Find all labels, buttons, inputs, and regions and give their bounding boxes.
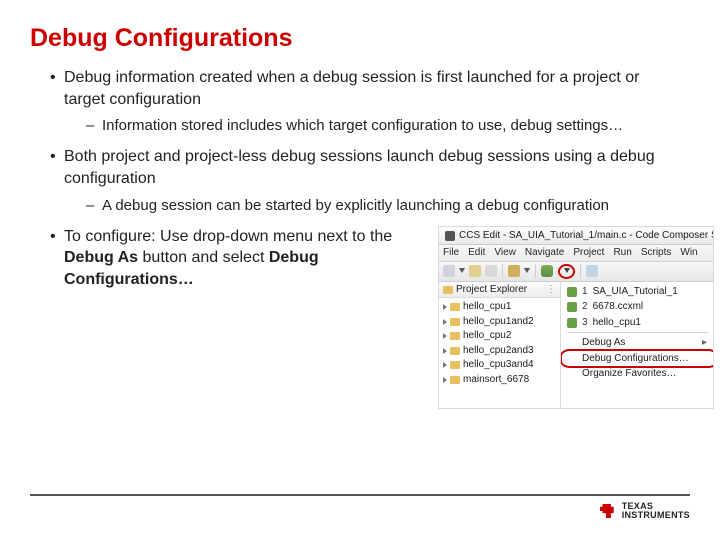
organize-favorites-item[interactable]: Organize Favorites… (563, 366, 713, 382)
organize-label: Organize Favorites… (582, 367, 676, 381)
ccs-icon (445, 231, 455, 241)
launch-item[interactable]: 3 hello_cpu1 (563, 315, 713, 331)
bullet-3-bold-1: Debug As (64, 249, 138, 266)
menu-edit[interactable]: Edit (468, 246, 485, 260)
launch-num: 1 (582, 285, 588, 299)
folder-icon (443, 286, 453, 294)
footer: TEXAS INSTRUMENTS (30, 494, 690, 520)
project-node[interactable]: hello_cpu2 (443, 329, 558, 344)
page-title: Debug Configurations (30, 24, 690, 53)
project-explorer-tab[interactable]: Project Explorer ⋮ (439, 282, 560, 299)
folder-icon (450, 303, 460, 311)
bullet-list: Debug information created when a debug s… (30, 67, 690, 409)
debug-configurations-item[interactable]: Debug Configurations… (563, 351, 713, 367)
launch-num: 3 (582, 316, 588, 330)
folder-icon (450, 332, 460, 340)
window-titlebar: CCS Edit - SA_UIA_Tutorial_1/main.c - Co… (439, 227, 713, 246)
ide-screenshot: CCS Edit - SA_UIA_Tutorial_1/main.c - Co… (438, 226, 714, 409)
submenu-arrow-icon: ▸ (702, 336, 707, 350)
bullet-1-sub-1: Information stored includes which target… (86, 116, 680, 136)
project-label: hello_cpu1and2 (463, 315, 534, 329)
project-label: hello_cpu2 (463, 329, 511, 343)
menu-navigate[interactable]: Navigate (525, 246, 564, 260)
tool-icon[interactable] (586, 265, 598, 277)
save-all-icon[interactable] (485, 265, 497, 277)
view-menu-icon[interactable]: ⋮ (546, 283, 556, 297)
launch-num: 2 (582, 300, 588, 314)
menubar: File Edit View Navigate Project Run Scri… (439, 245, 713, 262)
save-icon[interactable] (469, 265, 481, 277)
project-node[interactable]: hello_cpu1and2 (443, 315, 558, 330)
expand-icon[interactable] (443, 348, 447, 354)
ti-logo-icon (598, 502, 616, 520)
new-icon[interactable] (443, 265, 455, 277)
bullet-1: Debug information created when a debug s… (50, 67, 680, 136)
menu-file[interactable]: File (443, 246, 459, 260)
bullet-2-text: Both project and project-less debug sess… (64, 148, 655, 187)
project-label: hello_cpu1 (463, 300, 511, 314)
bullet-3-mid: button and select (138, 249, 269, 266)
project-node[interactable]: hello_cpu1 (443, 300, 558, 315)
launch-item[interactable]: 2 6678.ccxml (563, 299, 713, 315)
bullet-3: To configure: Use drop-down menu next to… (50, 226, 680, 409)
project-explorer-label: Project Explorer (456, 283, 527, 297)
separator (535, 264, 536, 278)
debug-as-label: Debug As (582, 336, 625, 350)
launch-label: SA_UIA_Tutorial_1 (593, 285, 678, 299)
highlight-ring (561, 349, 713, 369)
launch-label: hello_cpu1 (593, 316, 641, 330)
debug-dropdown-highlight (558, 264, 575, 279)
bullet-2: Both project and project-less debug sess… (50, 146, 680, 215)
menu-separator (567, 332, 709, 333)
dropdown-arrow-icon[interactable] (564, 268, 570, 274)
menu-run[interactable]: Run (613, 246, 631, 260)
launch-icon (567, 318, 577, 328)
menu-view[interactable]: View (494, 246, 516, 260)
blank-icon (567, 369, 577, 379)
project-label: hello_cpu3and4 (463, 358, 534, 372)
launch-history-menu: 1 SA_UIA_Tutorial_1 2 6678.ccxml 3 hello_cp… (561, 282, 713, 385)
project-node[interactable]: hello_cpu3and4 (443, 358, 558, 373)
debug-as-icon[interactable] (541, 265, 553, 277)
launch-icon (567, 302, 577, 312)
bullet-3-pre: To configure: Use drop-down menu next to… (64, 228, 392, 245)
brand-bottom: INSTRUMENTS (622, 511, 690, 520)
project-node[interactable]: mainsort_6678 (443, 373, 558, 388)
dropdown-arrow-icon[interactable] (524, 268, 530, 274)
launch-icon (567, 287, 577, 297)
menu-window[interactable]: Win (680, 246, 697, 260)
expand-icon[interactable] (443, 304, 447, 310)
project-label: mainsort_6678 (463, 373, 529, 387)
build-icon[interactable] (508, 265, 520, 277)
bullet-1-text: Debug information created when a debug s… (64, 69, 639, 108)
expand-icon[interactable] (443, 319, 447, 325)
bullet-3-text: To configure: Use drop-down menu next to… (64, 226, 424, 291)
project-node[interactable]: hello_cpu2and3 (443, 344, 558, 359)
menu-scripts[interactable]: Scripts (641, 246, 672, 260)
expand-icon[interactable] (443, 362, 447, 368)
expand-icon[interactable] (443, 333, 447, 339)
folder-icon (450, 347, 460, 355)
expand-icon[interactable] (443, 377, 447, 383)
separator (502, 264, 503, 278)
launch-item[interactable]: 1 SA_UIA_Tutorial_1 (563, 284, 713, 300)
folder-icon (450, 361, 460, 369)
separator (580, 264, 581, 278)
blank-icon (567, 338, 577, 348)
folder-icon (450, 376, 460, 384)
toolbar (439, 262, 713, 282)
dropdown-arrow-icon[interactable] (459, 268, 465, 274)
menu-project[interactable]: Project (573, 246, 604, 260)
folder-icon (450, 318, 460, 326)
project-label: hello_cpu2and3 (463, 344, 534, 358)
launch-label: 6678.ccxml (593, 300, 644, 314)
window-title: CCS Edit - SA_UIA_Tutorial_1/main.c - Co… (459, 229, 713, 243)
bullet-2-sub-1: A debug session can be started by explic… (86, 196, 680, 216)
